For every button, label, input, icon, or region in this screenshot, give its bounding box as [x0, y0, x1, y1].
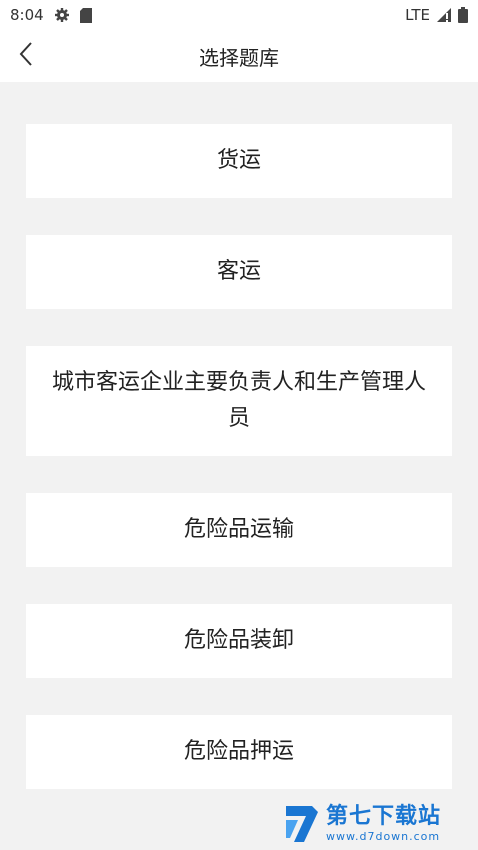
watermark-text: 第七下载站 www.d7down.com — [326, 804, 441, 844]
back-button[interactable] — [8, 38, 44, 74]
app-header: 选择题库 — [0, 30, 478, 82]
bank-item-label: 客运 — [216, 259, 261, 284]
bank-item-hazmat-transport[interactable]: 危险品运输 — [26, 493, 452, 567]
bank-item-hazmat-loading[interactable]: 危险品装卸 — [26, 604, 452, 678]
settings-icon — [54, 7, 70, 23]
status-left: 8:04 — [10, 6, 92, 24]
sd-card-icon — [79, 7, 92, 23]
network-label: LTE — [405, 6, 430, 24]
status-time: 8:04 — [10, 6, 44, 24]
watermark-logo-icon — [282, 802, 322, 846]
bank-item-hazmat-escort[interactable]: 危险品押运 — [26, 715, 452, 789]
bank-item-freight[interactable]: 货运 — [26, 124, 452, 198]
battery-icon — [458, 7, 468, 23]
bank-item-label: 货运 — [216, 148, 261, 173]
bank-item-urban-passenger-managers[interactable]: 城市客运企业主要负责人和生产管理人员 — [26, 346, 452, 456]
bank-item-label: 危险品运输 — [183, 517, 294, 542]
signal-icon — [436, 7, 452, 23]
watermark: 第七下载站 www.d7down.com — [282, 800, 472, 848]
watermark-name: 第七下载站 — [326, 804, 442, 829]
watermark-url: www.d7down.com — [326, 830, 441, 843]
bank-item-label: 城市客运企业主要负责人和生产管理人员 — [51, 370, 426, 431]
bank-item-passenger[interactable]: 客运 — [26, 235, 452, 309]
status-right: LTE — [405, 6, 468, 24]
chevron-left-icon — [18, 41, 34, 71]
bank-item-label: 危险品押运 — [183, 739, 294, 764]
page-title: 选择题库 — [199, 45, 279, 70]
status-bar: 8:04 LTE — [0, 0, 478, 30]
bank-item-label: 危险品装卸 — [183, 628, 294, 653]
